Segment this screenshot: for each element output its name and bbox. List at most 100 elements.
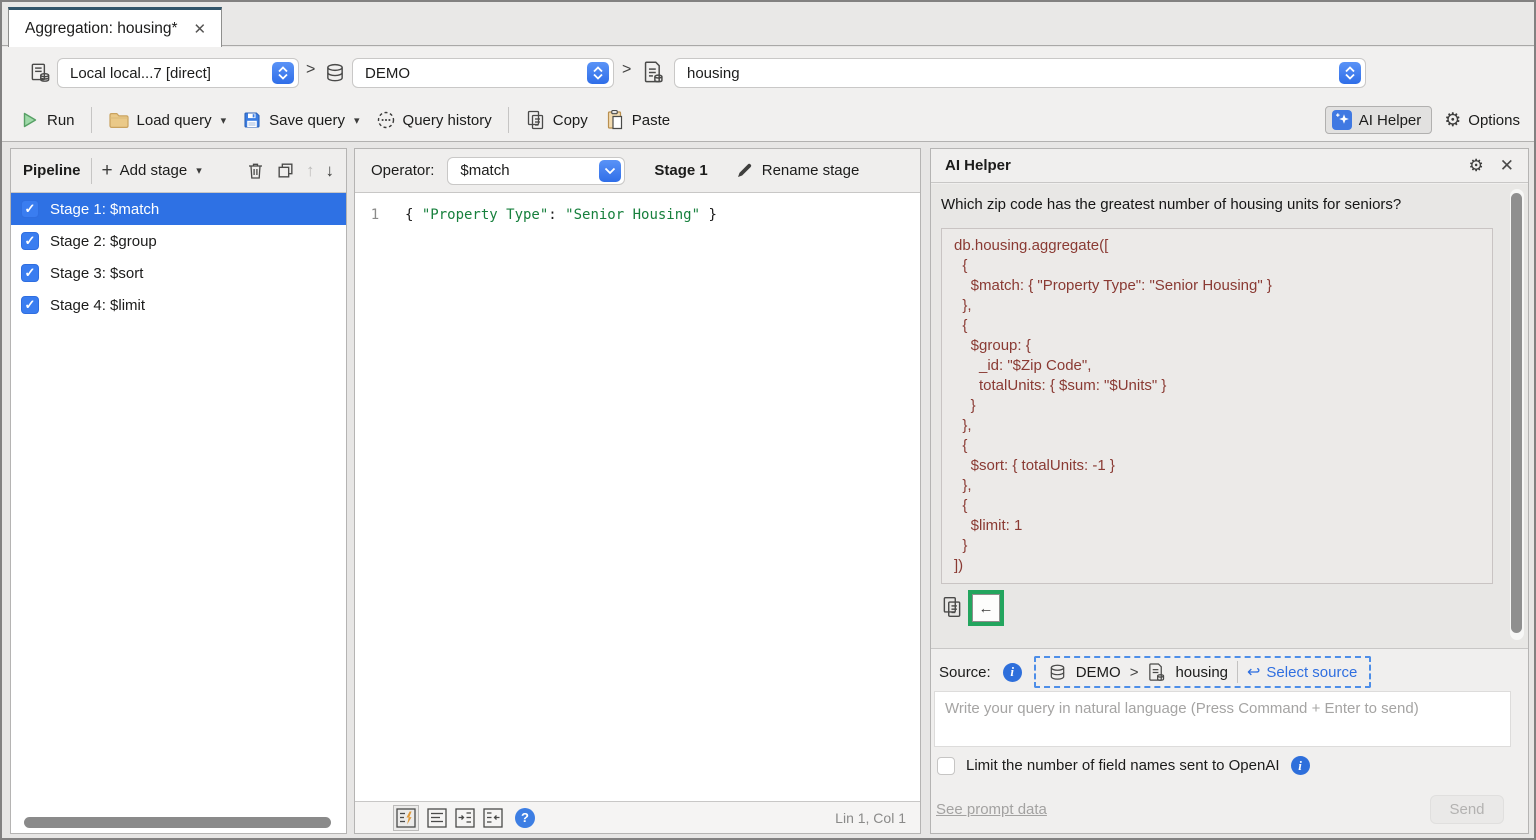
duplicate-icon[interactable] [276, 161, 295, 180]
run-label: Run [47, 112, 75, 129]
pipeline-stage[interactable]: ✓ Stage 4: $limit [11, 289, 346, 321]
indent-right-button[interactable] [455, 808, 475, 828]
query-history-label: Query history [403, 112, 492, 129]
add-stage-button[interactable]: + Add stage ▾ [102, 160, 202, 182]
tab-strip: Aggregation: housing* ✕ [2, 2, 1534, 46]
load-query-button[interactable]: Load query ▾ [108, 110, 227, 130]
ai-helper-button[interactable]: AI Helper [1325, 106, 1433, 134]
stage-code-editor[interactable]: 1 { "Property Type": "Senior Housing" } [355, 194, 920, 801]
pencil-icon [735, 161, 754, 180]
stage-editor-panel: Operator: $match Stage 1 Rename stage 1 … [354, 148, 921, 834]
trash-icon[interactable] [246, 161, 265, 181]
line-number: 1 [355, 207, 395, 223]
run-button[interactable]: Run [20, 110, 75, 130]
see-prompt-data-link[interactable]: See prompt data [936, 801, 1047, 818]
ai-helper-title: AI Helper [945, 157, 1011, 174]
save-query-button[interactable]: Save query ▾ [242, 110, 359, 130]
natural-language-input[interactable] [934, 691, 1511, 747]
pipeline-stage[interactable]: ✓ Stage 2: $group [11, 225, 346, 257]
breadcrumb-separator: > [306, 61, 315, 79]
query-input-wrap [934, 691, 1511, 747]
connection-select[interactable]: Local local...7 [direct] [57, 58, 299, 88]
database-icon [324, 62, 346, 84]
close-icon[interactable]: ✕ [194, 20, 207, 38]
folder-icon [108, 110, 130, 130]
insert-into-editor-button[interactable]: ← [972, 594, 1000, 622]
select-source-label: Select source [1266, 664, 1357, 681]
rename-stage-button[interactable]: Rename stage [735, 161, 860, 180]
info-icon[interactable]: i [1003, 663, 1022, 682]
stage-label: Stage 1: $match [50, 201, 159, 218]
stage-checkbox[interactable]: ✓ [21, 200, 39, 218]
copy-label: Copy [553, 112, 588, 129]
query-history-button[interactable]: Query history [376, 110, 492, 130]
move-up-icon[interactable]: ↑ [306, 161, 315, 181]
ai-panel-footer: See prompt data Send [936, 794, 1504, 824]
collection-select[interactable]: housing [674, 58, 1366, 88]
database-icon [1048, 663, 1067, 682]
server-connection-icon [28, 61, 52, 85]
ai-helper-panel: AI Helper ⚙ ✕ Which zip code has the gre… [930, 148, 1529, 834]
pipeline-header: Pipeline + Add stage ▾ [11, 149, 346, 193]
pipeline-stage[interactable]: ✓ Stage 3: $sort [11, 257, 346, 289]
stage-checkbox[interactable]: ✓ [21, 296, 39, 314]
ai-question: Which zip code has the greatest number o… [941, 196, 1401, 213]
copy-button[interactable]: Copy [525, 109, 588, 131]
vertical-scrollbar-thumb[interactable] [1511, 193, 1522, 633]
ai-code-block: db.housing.aggregate([ { $match: { "Prop… [941, 228, 1493, 584]
chevron-down-icon[interactable] [599, 160, 621, 182]
stage-checkbox[interactable]: ✓ [21, 264, 39, 282]
move-down-icon[interactable]: ↓ [326, 161, 335, 181]
breadcrumb-separator: > [1130, 664, 1139, 681]
chevron-down-icon[interactable]: ▾ [196, 164, 202, 177]
copy-code-icon[interactable] [941, 595, 963, 619]
select-source-button[interactable]: ↩ Select source [1247, 662, 1357, 682]
close-icon[interactable]: ✕ [1500, 156, 1514, 176]
swap-arrow-icon: ↩ [1247, 662, 1260, 682]
indent-left-button[interactable] [483, 808, 503, 828]
plus-icon: + [102, 160, 113, 182]
load-query-label: Load query [137, 112, 212, 129]
send-button[interactable]: Send [1430, 795, 1504, 824]
pipeline-stage[interactable]: ✓ Stage 1: $match [11, 193, 346, 225]
gear-icon[interactable]: ⚙ [1469, 157, 1484, 174]
add-stage-label: Add stage [120, 162, 188, 179]
source-collection: housing [1175, 664, 1228, 681]
collection-select-value: housing [687, 65, 740, 82]
stepper-icon[interactable] [272, 62, 294, 84]
stage-label: Stage 4: $limit [50, 297, 145, 314]
toolbar-separator [508, 107, 509, 133]
stage-label: Stage 3: $sort [50, 265, 143, 282]
source-selector[interactable]: DEMO > housing ↩ Select source [1034, 656, 1372, 688]
connection-bar: Local local...7 [direct] > DEMO > [2, 47, 1534, 99]
stage-label: Stage 2: $group [50, 233, 157, 250]
limit-fields-label: Limit the number of field names sent to … [966, 757, 1280, 774]
pipeline-title: Pipeline [23, 162, 81, 179]
tab-aggregation[interactable]: Aggregation: housing* ✕ [8, 7, 222, 47]
database-select[interactable]: DEMO [352, 58, 614, 88]
editor-status-bar: ? Lin 1, Col 1 [355, 801, 920, 833]
align-lines-button[interactable] [427, 808, 447, 828]
main-toolbar: Run Load query ▾ Sav [2, 99, 1534, 142]
stage-checkbox[interactable]: ✓ [21, 232, 39, 250]
stepper-icon[interactable] [1339, 62, 1361, 84]
tab-title: Aggregation: housing* [25, 20, 178, 38]
help-icon[interactable]: ? [515, 808, 535, 828]
collection-icon [1147, 662, 1166, 683]
format-document-button[interactable] [393, 805, 419, 831]
source-row: Source: i DEMO > [939, 654, 1371, 690]
stepper-icon[interactable] [587, 62, 609, 84]
paste-label: Paste [632, 112, 670, 129]
options-button[interactable]: ⚙ Options [1444, 111, 1520, 130]
operator-select[interactable]: $match [447, 157, 625, 185]
history-icon [376, 110, 396, 130]
limit-fields-checkbox[interactable] [937, 757, 955, 775]
info-icon[interactable]: i [1291, 756, 1310, 775]
horizontal-scrollbar-thumb[interactable] [24, 817, 331, 828]
source-database: DEMO [1076, 664, 1121, 681]
cursor-position: Lin 1, Col 1 [835, 810, 906, 826]
paste-button[interactable]: Paste [604, 109, 670, 131]
chevron-down-icon[interactable]: ▾ [221, 114, 227, 127]
separator [91, 158, 92, 184]
chevron-down-icon[interactable]: ▾ [354, 114, 360, 127]
